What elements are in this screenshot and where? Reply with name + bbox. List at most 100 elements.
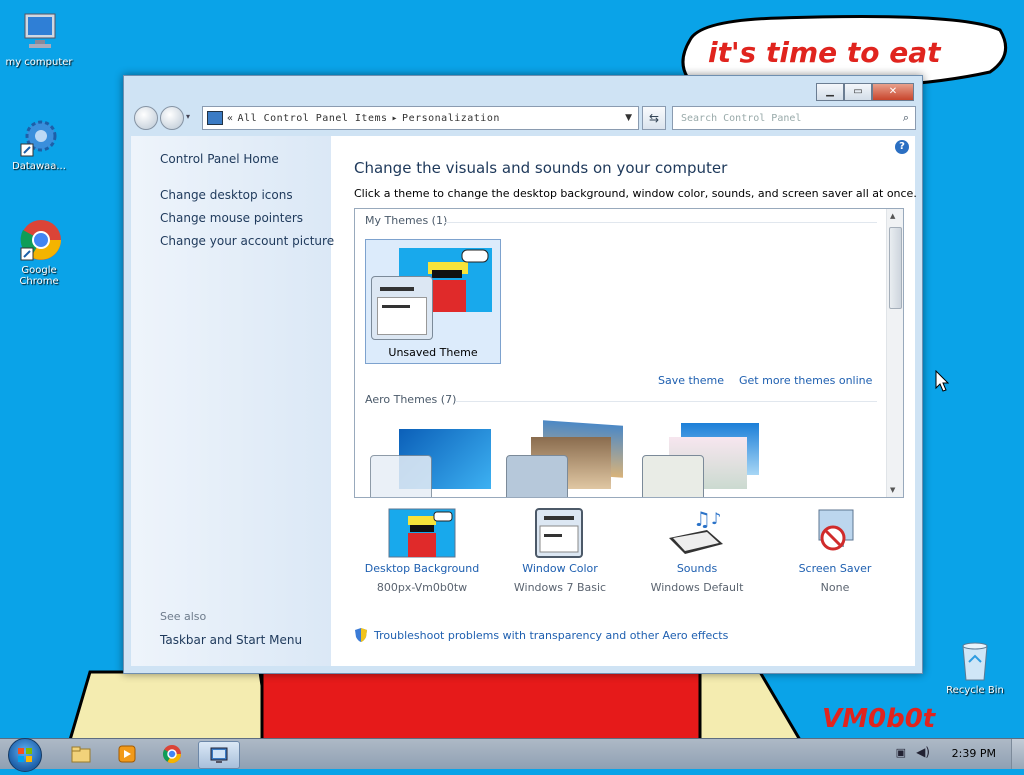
desktop-icon-google-chrome[interactable]: Google Chrome	[4, 218, 74, 287]
desktop-background-label[interactable]: Desktop Background	[357, 562, 487, 575]
window-color-preview	[642, 455, 704, 497]
desktop-icon-my-computer[interactable]: my computer	[4, 10, 74, 68]
window-color-preview	[506, 455, 568, 497]
desktop-icon-label: Recycle Bin	[946, 685, 1004, 696]
screen-saver-value: None	[820, 581, 850, 594]
sidebar: Control Panel Home Change desktop icons …	[131, 136, 334, 666]
taskbar: ▣ ◀) 2:39 PM	[0, 738, 1024, 772]
close-button[interactable]: ✕	[872, 83, 914, 101]
theme-unsaved-label: Unsaved Theme	[388, 346, 478, 359]
address-dropdown-icon[interactable]: ▼	[625, 113, 632, 123]
search-box[interactable]: Search Control Panel ⌕	[672, 106, 916, 130]
gear-icon	[17, 114, 61, 158]
svg-text:♪: ♪	[711, 509, 721, 528]
theme-aero-characters[interactable]	[641, 419, 771, 497]
window-color-preview	[370, 455, 432, 497]
window-content: Control Panel Home Change desktop icons …	[131, 136, 917, 666]
scroll-thumb[interactable]	[889, 227, 902, 309]
sidebar-change-desktop-icons[interactable]: Change desktop icons	[160, 188, 293, 202]
breadcrumb-separator[interactable]: ▸	[392, 113, 399, 124]
main-panel: ? Change the visuals and sounds on your …	[331, 136, 917, 666]
taskbar-clock[interactable]: 2:39 PM	[952, 747, 996, 760]
watermark-text: VM0b0t	[822, 704, 936, 734]
get-more-themes-link[interactable]: Get more themes online	[739, 374, 872, 387]
aero-themes-header: Aero Themes (7)	[365, 393, 457, 406]
sidebar-taskbar-start-menu[interactable]: Taskbar and Start Menu	[160, 633, 302, 647]
see-also-label: See also	[160, 610, 207, 623]
folder-icon	[71, 746, 91, 763]
chrome-icon	[162, 745, 181, 764]
taskbar-control-panel[interactable]	[198, 741, 240, 769]
save-theme-link[interactable]: Save theme	[658, 374, 724, 387]
my-themes-header: My Themes (1)	[365, 214, 448, 227]
breadcrumb-personalization[interactable]: Personalization	[402, 113, 500, 124]
sidebar-change-account-picture[interactable]: Change your account picture	[160, 234, 334, 248]
sounds-value: Windows Default	[650, 581, 744, 594]
window-controls: ▁ ▭ ✕	[816, 83, 914, 101]
scroll-down-icon[interactable]: ▼	[890, 486, 895, 494]
address-bar[interactable]: « All Control Panel Items ▸ Personalizat…	[202, 106, 639, 130]
group-divider	[445, 222, 877, 223]
taskbar-media-player[interactable]	[107, 741, 147, 767]
search-input[interactable]: Search Control Panel	[681, 113, 903, 124]
theme-list-scrollbar[interactable]: ▲ ▼	[886, 209, 903, 497]
screen-saver-icon	[801, 508, 869, 558]
group-divider	[455, 401, 877, 402]
network-icon[interactable]: ▣	[896, 746, 906, 759]
sidebar-control-panel-home[interactable]: Control Panel Home	[160, 152, 279, 166]
taskbar-explorer[interactable]	[60, 741, 100, 767]
speech-bubble-text: it's time to eat	[708, 36, 941, 69]
control-panel-icon	[207, 111, 223, 125]
search-icon[interactable]: ⌕	[903, 111, 909, 125]
control-panel-icon	[210, 747, 228, 763]
page-description: Click a theme to change the desktop back…	[354, 187, 917, 200]
start-button[interactable]	[8, 738, 42, 772]
scroll-up-icon[interactable]: ▲	[890, 212, 895, 220]
troubleshoot-link-text[interactable]: Troubleshoot problems with transparency …	[374, 629, 728, 642]
back-button[interactable]	[134, 106, 158, 130]
forward-button[interactable]	[160, 106, 184, 130]
sounds-setting[interactable]: ♫ ♪ Sounds Windows Default	[632, 507, 762, 594]
refresh-button[interactable]: ⇆	[642, 106, 666, 130]
desktop-icon-label: Google Chrome	[19, 265, 59, 287]
screen-saver-setting[interactable]: Screen Saver None	[770, 508, 900, 594]
theme-aero-windows7[interactable]	[369, 424, 499, 497]
sidebar-change-mouse-pointers[interactable]: Change mouse pointers	[160, 211, 303, 225]
desktop-icon-datawaa[interactable]: Datawaa...	[4, 114, 74, 172]
windows-logo-icon	[18, 748, 32, 762]
desktop-background-setting[interactable]: Desktop Background 800px-Vm0b0tw	[357, 508, 487, 594]
shield-icon	[355, 628, 367, 642]
minimize-button[interactable]: ▁	[816, 83, 844, 101]
theme-unsaved[interactable]: Unsaved Theme	[365, 239, 501, 364]
show-desktop-button[interactable]	[1011, 739, 1024, 769]
troubleshoot-link[interactable]: Troubleshoot problems with transparency …	[354, 627, 728, 643]
recent-pages-dropdown-icon[interactable]: ▾	[186, 112, 190, 121]
desktop-background-icon	[388, 508, 456, 558]
computer-icon	[17, 10, 61, 54]
breadcrumb-all-control-panel-items[interactable]: All Control Panel Items	[238, 113, 388, 124]
window-color-value: Windows 7 Basic	[513, 581, 607, 594]
recycle-bin-icon	[953, 638, 997, 682]
personalization-window: ▁ ▭ ✕ ▾ « All Control Panel Items ▸ Pers…	[123, 75, 923, 674]
help-icon[interactable]: ?	[895, 140, 909, 154]
media-player-icon	[118, 745, 136, 763]
window-color-label[interactable]: Window Color	[495, 562, 625, 575]
taskbar-chrome[interactable]	[152, 741, 192, 767]
sounds-label[interactable]: Sounds	[632, 562, 762, 575]
volume-icon[interactable]: ◀)	[916, 745, 930, 759]
screen-saver-label[interactable]: Screen Saver	[770, 562, 900, 575]
theme-aero-architecture[interactable]	[505, 419, 635, 497]
theme-list[interactable]: My Themes (1) Unsaved Theme Save theme G…	[354, 208, 904, 498]
maximize-button[interactable]: ▭	[844, 83, 872, 101]
page-title: Change the visuals and sounds on your co…	[354, 159, 728, 177]
desktop-icon-label: Datawaa...	[12, 161, 66, 172]
window-color-setting[interactable]: Window Color Windows 7 Basic	[495, 508, 625, 594]
navigation-bar: ▾ « All Control Panel Items ▸ Personaliz…	[132, 105, 916, 131]
breadcrumb-prefix[interactable]: «	[227, 113, 234, 124]
sounds-icon: ♫ ♪	[663, 507, 731, 558]
svg-text:♫: ♫	[693, 508, 711, 531]
desktop-icon-recycle-bin[interactable]: Recycle Bin	[940, 638, 1010, 696]
window-color-preview	[371, 276, 433, 340]
mouse-cursor-icon	[935, 370, 949, 392]
desktop-background-value: 800px-Vm0b0tw	[376, 581, 468, 594]
